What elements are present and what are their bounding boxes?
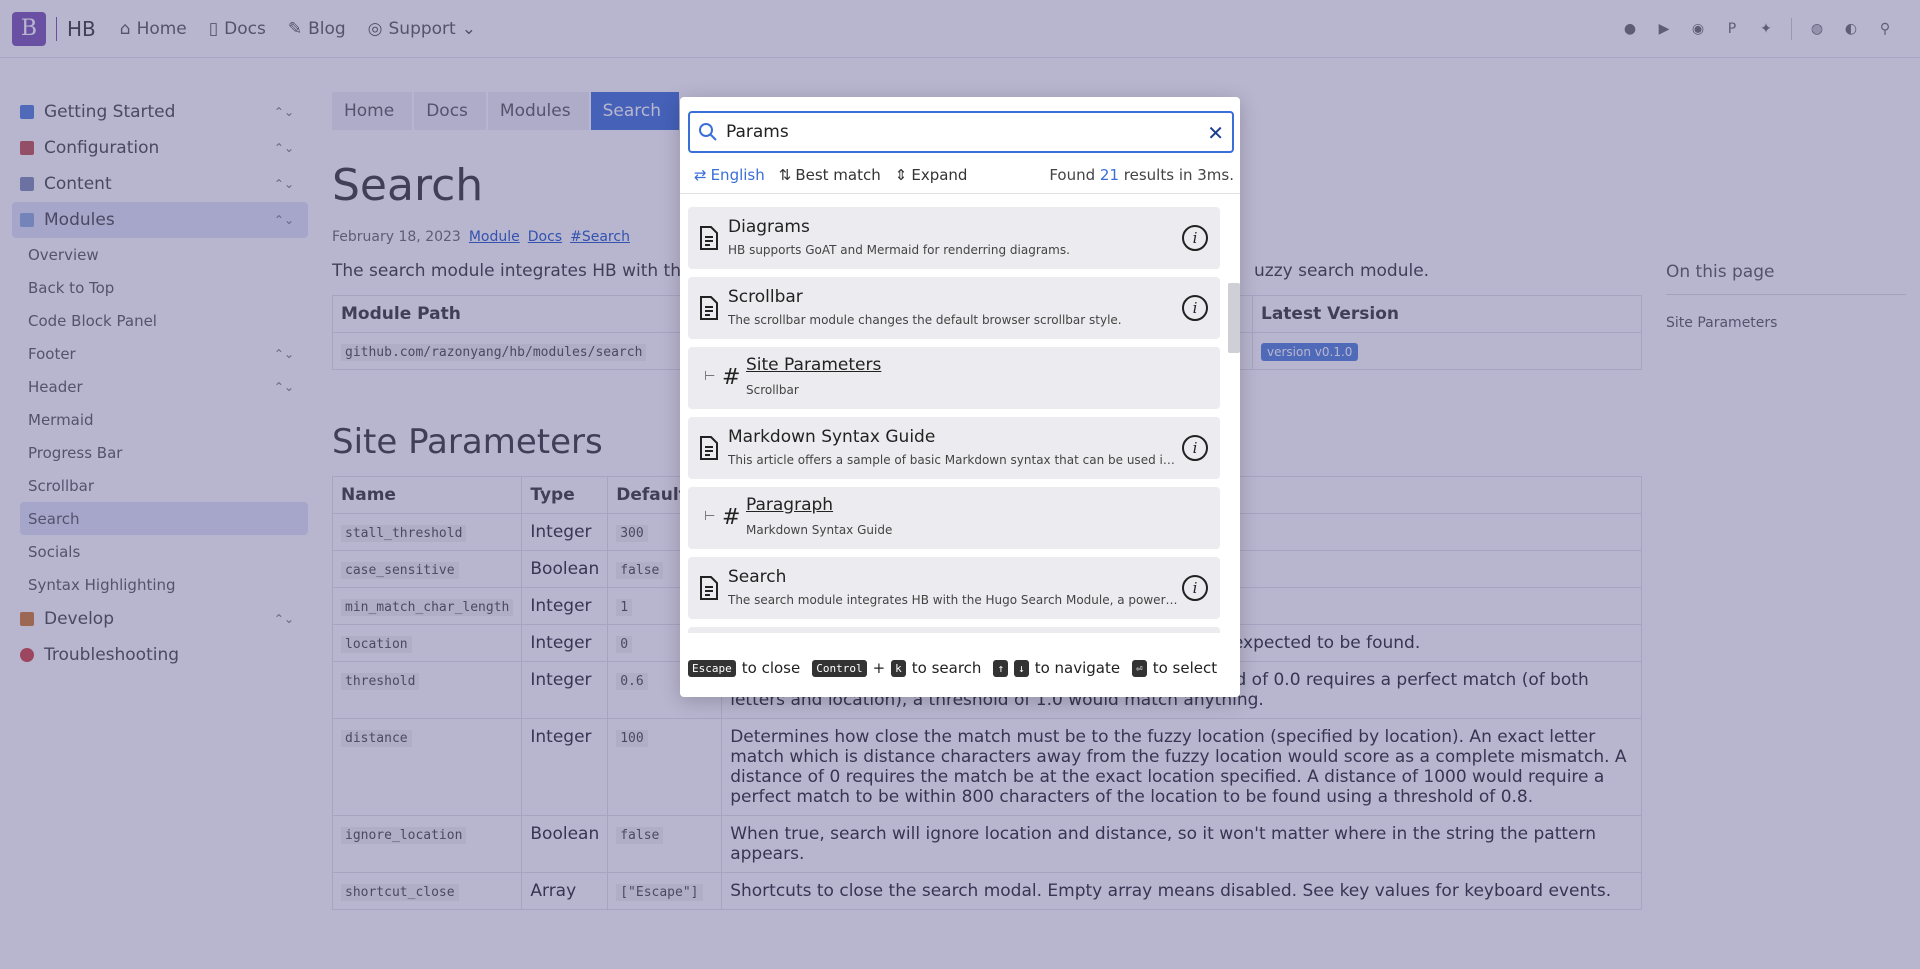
document-icon bbox=[700, 436, 718, 460]
result-desc: The scrollbar module changes the default… bbox=[728, 313, 1122, 327]
result-title: Diagrams bbox=[728, 217, 810, 237]
search-result[interactable]: Diagrams HB supports GoAT and Mermaid for… bbox=[688, 207, 1220, 269]
expand-icon: ⇕ bbox=[894, 166, 908, 184]
result-desc: This article offers a sample of basic Ma… bbox=[728, 453, 1178, 467]
navigate-hint: to navigate bbox=[1034, 659, 1121, 677]
search-hint: to search bbox=[911, 659, 982, 677]
modal-footer: Escape to close Control + k to search ↑ … bbox=[688, 659, 1217, 677]
search-modal: ✕ ⇄English ⇅Best match ⇕Expand Found 21 … bbox=[680, 97, 1240, 697]
search-result[interactable]: ⊢ # Site Parameters Scrollbar bbox=[688, 347, 1220, 409]
document-icon bbox=[700, 576, 718, 600]
k-key: k bbox=[891, 659, 906, 677]
up-key: ↑ bbox=[993, 659, 1009, 677]
search-box: ✕ bbox=[688, 111, 1234, 153]
search-filters: ⇄ English ⇅ Best match ⇕ Expand Found 21 re… bbox=[694, 163, 1234, 187]
info-icon[interactable]: i bbox=[1182, 575, 1208, 601]
hash-icon: # bbox=[722, 505, 741, 530]
down-key: ↓ bbox=[1014, 659, 1029, 677]
result-desc: The search module integrates HB with the… bbox=[728, 593, 1178, 607]
enter-key: ⏎ bbox=[1132, 659, 1147, 677]
search-result[interactable]: ⊢ # Paragraph Markdown Syntax Guide bbox=[688, 487, 1220, 549]
search-icon bbox=[699, 123, 717, 141]
hash-icon: # bbox=[722, 365, 741, 390]
info-icon[interactable]: i bbox=[1182, 225, 1208, 251]
search-input[interactable] bbox=[726, 122, 1176, 142]
found-prefix: Found bbox=[1049, 166, 1096, 184]
expand-label: Expand bbox=[911, 166, 968, 184]
result-title: Scrollbar bbox=[728, 287, 803, 307]
results-stats: Found 21 results in 3ms. bbox=[1049, 166, 1234, 184]
found-suffix: results in 3ms. bbox=[1123, 166, 1234, 184]
tree-branch-icon: ⊢ bbox=[704, 369, 716, 384]
plus-sign: + bbox=[872, 659, 886, 677]
expand-button[interactable]: ⇕ Expand bbox=[895, 166, 968, 184]
search-result[interactable]: Markdown Syntax Guide This article offers… bbox=[688, 417, 1220, 479]
search-result[interactable]: Scrollbar The scrollbar module changes th… bbox=[688, 277, 1220, 339]
results-scrollbar[interactable] bbox=[1228, 283, 1240, 353]
document-icon bbox=[700, 226, 718, 250]
result-desc: HB supports GoAT and Mermaid for renderr… bbox=[728, 243, 1070, 257]
language-label: English bbox=[710, 166, 765, 184]
result-title: Site Parameters bbox=[746, 355, 882, 375]
found-count: 21 bbox=[1099, 166, 1120, 184]
sort-icon: ⇅ bbox=[778, 166, 792, 184]
search-result[interactable]: Search The search module integrates HB wi… bbox=[688, 557, 1220, 619]
info-icon[interactable]: i bbox=[1182, 295, 1208, 321]
escape-key: Escape bbox=[688, 659, 736, 677]
info-icon[interactable]: i bbox=[1182, 435, 1208, 461]
search-result-partial[interactable] bbox=[688, 627, 1220, 633]
control-key: Control bbox=[812, 659, 867, 677]
modal-divider bbox=[680, 193, 1240, 194]
result-title: Markdown Syntax Guide bbox=[728, 427, 936, 447]
document-icon bbox=[700, 296, 718, 320]
select-hint: to select bbox=[1152, 659, 1218, 677]
result-desc: Markdown Syntax Guide bbox=[746, 523, 893, 537]
sort-label: Best match bbox=[795, 166, 881, 184]
result-title: Paragraph bbox=[746, 495, 834, 515]
result-desc: Scrollbar bbox=[746, 383, 799, 397]
close-icon[interactable]: ✕ bbox=[1207, 121, 1224, 145]
search-results: Diagrams HB supports GoAT and Mermaid for… bbox=[688, 207, 1220, 633]
sort-button[interactable]: ⇅ Best match bbox=[779, 166, 881, 184]
result-title: Search bbox=[728, 567, 787, 587]
tree-branch-icon: ⊢ bbox=[704, 509, 716, 524]
language-filter[interactable]: ⇄ English bbox=[694, 166, 765, 184]
translate-icon: ⇄ bbox=[694, 166, 707, 184]
escape-hint: to close bbox=[741, 659, 801, 677]
